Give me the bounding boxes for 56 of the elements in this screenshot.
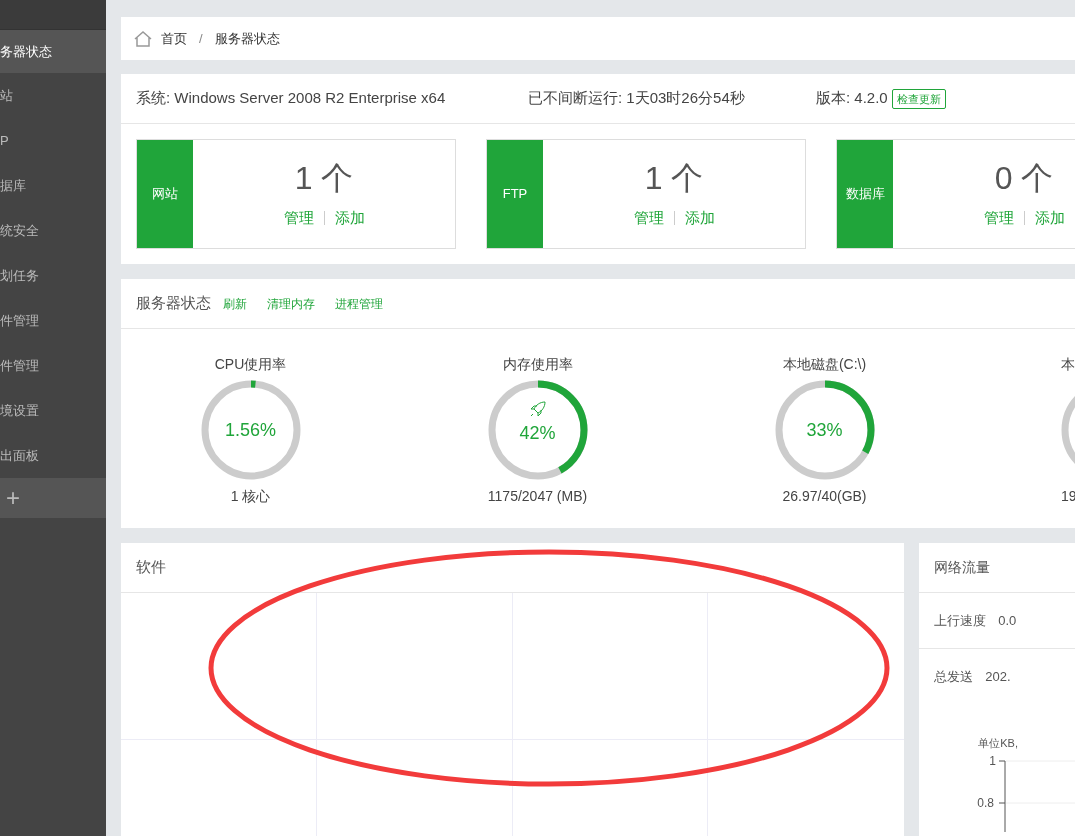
gauge-value: 1.56% (224, 418, 276, 442)
gauge-title: CPU使用率 (214, 355, 287, 374)
gauge-value: 42% (519, 421, 556, 445)
sidebar-item[interactable]: 出面板 (0, 433, 106, 478)
gauge-value: 33% (806, 418, 843, 442)
sidebar-item[interactable]: 境设置 (0, 388, 106, 433)
home-icon (133, 29, 153, 48)
rocket-icon (528, 399, 547, 418)
stat-count: 1 个 (294, 159, 354, 198)
panel-title: 软件 (136, 557, 166, 578)
add-link[interactable]: 添加 (1034, 207, 1065, 230)
manage-link[interactable]: 管理 (983, 207, 1014, 230)
gauge-detail: 1 核心 (230, 487, 271, 506)
total-sent-label: 总发送 (934, 668, 974, 687)
add-link[interactable]: 添加 (684, 207, 715, 230)
gauge-title: 本 (1061, 355, 1075, 374)
uptime-info: 已不间断运行: 1天03时26分54秒 (528, 88, 746, 109)
manage-link[interactable]: 管理 (283, 207, 314, 230)
panel-title: 网络流量 (934, 558, 991, 577)
stat-count: 0 个 (994, 159, 1054, 198)
breadcrumb-link[interactable]: 首页 (161, 28, 187, 49)
stat-count: 1 个 (644, 159, 704, 198)
action-link[interactable]: 清理内存 (267, 294, 315, 313)
version-info: 版本: 4.2.0 (816, 88, 888, 109)
add-button[interactable]: + (0, 478, 106, 518)
sidebar-item[interactable]: 划任务 (0, 253, 106, 298)
upload-speed-value: 0.0 (998, 611, 1017, 630)
stat-card-label: 网站 (137, 140, 193, 248)
gauge-detail: 1175/2047 (MB) (487, 487, 588, 506)
sidebar-item[interactable]: 站 (0, 73, 106, 118)
action-link[interactable]: 刷新 (223, 294, 247, 313)
check-update-button[interactable]: 检查更新 (891, 88, 946, 109)
stat-card-label: FTP (487, 140, 543, 248)
sidebar-item[interactable]: P (0, 118, 106, 163)
sidebar-item[interactable]: 统安全 (0, 208, 106, 253)
upload-speed-label: 上行速度 (934, 611, 987, 630)
stat-card-label: 数据库 (837, 140, 893, 248)
sidebar-item[interactable]: 件管理 (0, 343, 106, 388)
gauge-title: 内存使用率 (502, 355, 573, 374)
panel-title: 服务器状态 (136, 293, 211, 314)
sidebar-item[interactable]: 件管理 (0, 298, 106, 343)
action-link[interactable]: 进程管理 (335, 294, 383, 313)
gauge-title: 本地磁盘(C:\) (782, 355, 867, 374)
system-info: 系统: Windows Server 2008 R2 Enterprise x64 (136, 88, 447, 109)
total-sent-value: 202. (985, 668, 1011, 687)
sidebar-item[interactable]: 据库 (0, 163, 106, 208)
axis-tick-label: 0.8 (977, 794, 994, 812)
breadcrumb-separator: / (198, 29, 204, 48)
gauge-detail: 26.97/40(GB) (782, 487, 867, 506)
add-link[interactable]: 添加 (334, 207, 365, 230)
axis-tick-label: 1 (989, 752, 996, 770)
sidebar-item[interactable]: 务器状态 (0, 30, 106, 73)
manage-link[interactable]: 管理 (633, 207, 664, 230)
chart-unit-label: 单位KB, (978, 737, 1018, 749)
breadcrumb-current: 服务器状态 (214, 29, 280, 48)
gauge-detail: 19 (1061, 487, 1075, 506)
